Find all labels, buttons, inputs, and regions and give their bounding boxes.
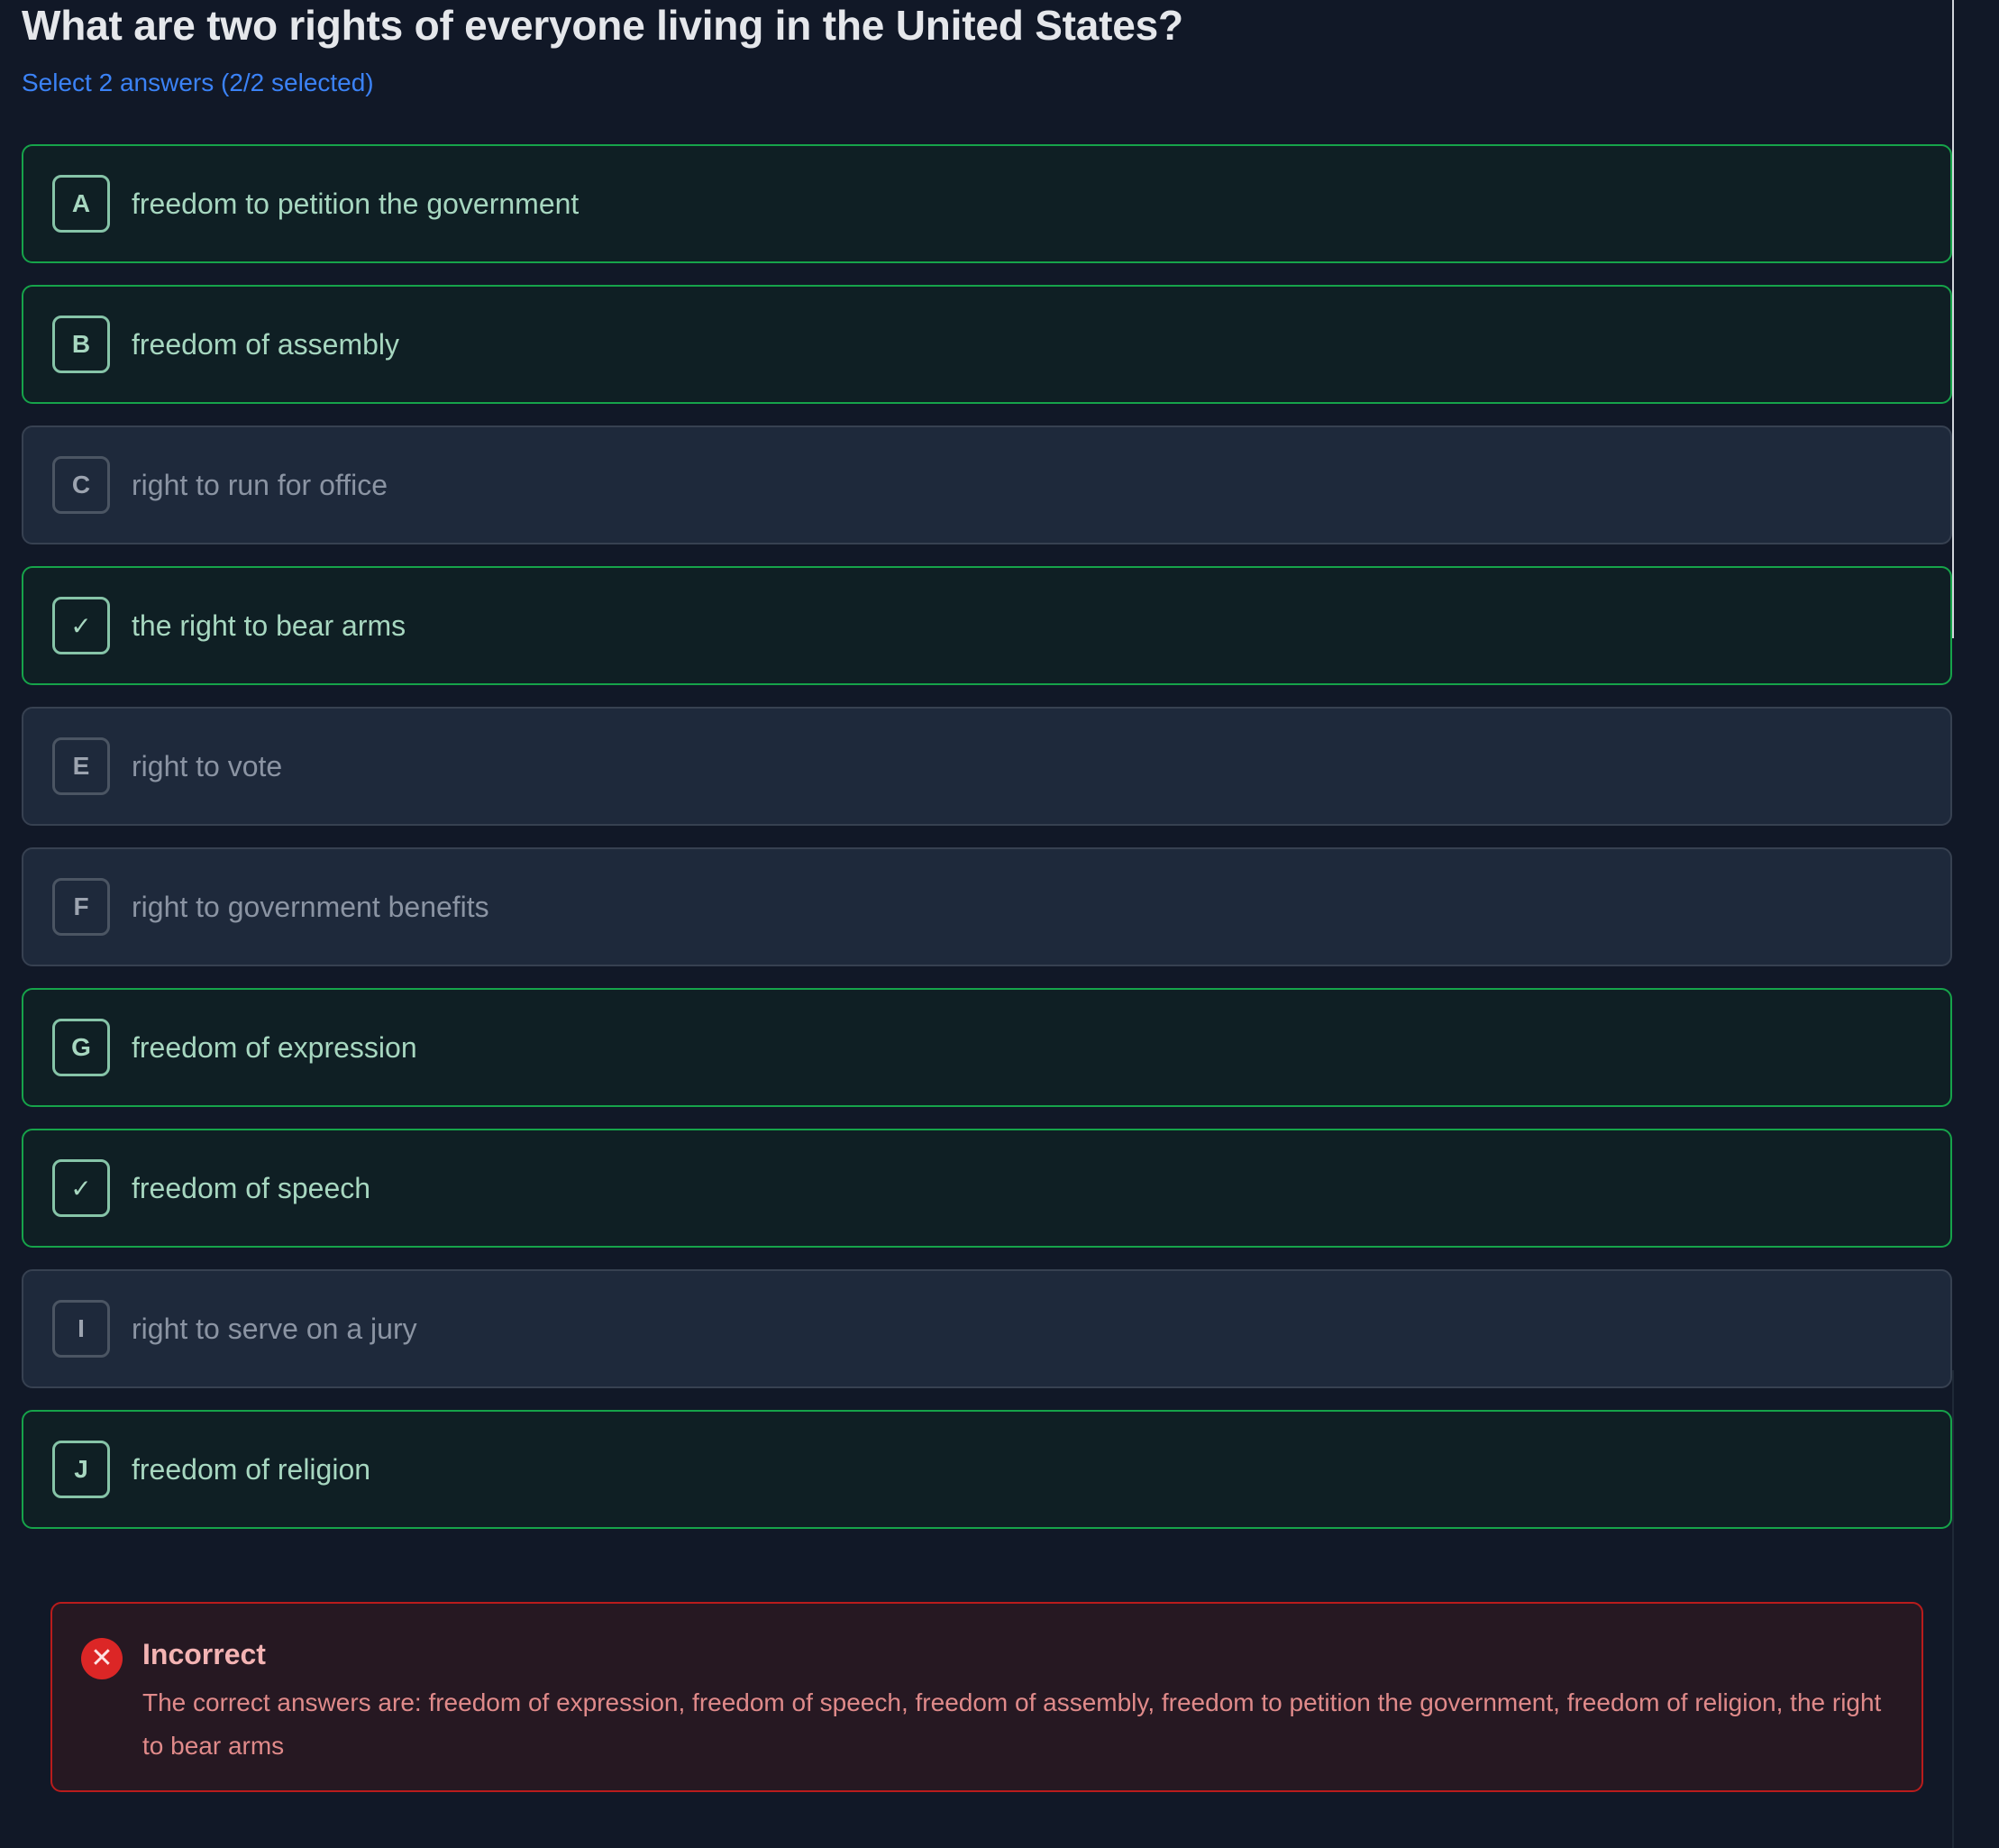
answer-option[interactable]: A freedom to petition the government — [22, 144, 1952, 263]
answer-option[interactable]: ✓ freedom of speech — [22, 1129, 1952, 1248]
option-label: right to vote — [132, 749, 283, 782]
scrollbar-divider-lower — [1952, 1370, 1954, 1848]
option-label: freedom of religion — [132, 1452, 371, 1486]
option-marker: G — [52, 1019, 110, 1076]
option-label: freedom of assembly — [132, 327, 400, 361]
option-marker: F — [52, 878, 110, 936]
answer-option[interactable]: J freedom of religion — [22, 1410, 1952, 1529]
answer-option[interactable]: B freedom of assembly — [22, 285, 1952, 404]
option-label: freedom of speech — [132, 1171, 371, 1204]
answer-option[interactable]: G freedom of expression — [22, 988, 1952, 1107]
option-marker: B — [52, 316, 110, 373]
result-explanation: The correct answers are: freedom of expr… — [142, 1688, 1882, 1760]
answer-option[interactable]: ✓ the right to bear arms — [22, 566, 1952, 685]
answer-options-list: A freedom to petition the government B f… — [22, 144, 1952, 1551]
option-marker: C — [52, 456, 110, 514]
option-marker: A — [52, 175, 110, 233]
option-label: right to serve on a jury — [132, 1312, 417, 1345]
result-feedback-panel: ✕ Incorrect The correct answers are: fre… — [50, 1602, 1923, 1792]
answer-option[interactable]: C right to run for office — [22, 425, 1952, 544]
option-label: right to government benefits — [132, 890, 489, 923]
answer-option[interactable]: F right to government benefits — [22, 847, 1952, 966]
option-label: right to run for office — [132, 468, 388, 501]
option-label: freedom to petition the government — [132, 187, 580, 220]
quiz-page: What are two rights of everyone living i… — [0, 0, 1999, 1848]
option-label: the right to bear arms — [132, 608, 406, 642]
answer-option[interactable]: E right to vote — [22, 707, 1952, 826]
x-circle-icon: ✕ — [81, 1638, 123, 1679]
checkmark-icon: ✓ — [52, 1159, 110, 1217]
option-marker: J — [52, 1441, 110, 1498]
result-title: Incorrect — [142, 1638, 266, 1670]
option-marker: E — [52, 737, 110, 795]
answer-option[interactable]: I right to serve on a jury — [22, 1269, 1952, 1388]
option-marker: I — [52, 1300, 110, 1358]
question-title: What are two rights of everyone living i… — [22, 2, 1183, 49]
checkmark-icon: ✓ — [52, 597, 110, 654]
scrollbar-divider — [1952, 0, 1954, 638]
selection-instruction: Select 2 answers (2/2 selected) — [22, 69, 374, 96]
option-label: freedom of expression — [132, 1030, 417, 1064]
